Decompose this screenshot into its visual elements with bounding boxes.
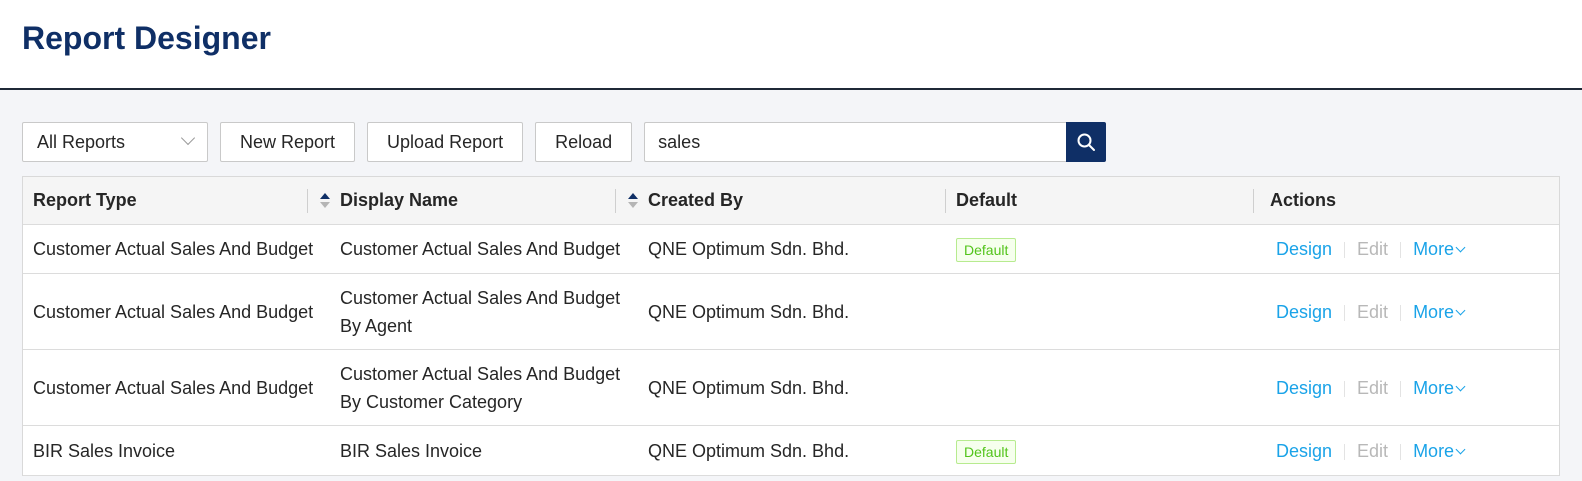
design-link[interactable]: Design bbox=[1276, 378, 1332, 398]
column-header-actions: Actions bbox=[1270, 190, 1337, 210]
chevron-down-icon bbox=[1455, 444, 1466, 454]
report-filter-value: All Reports bbox=[37, 131, 126, 152]
action-divider bbox=[1400, 380, 1402, 397]
cell-report-type: Customer Actual Sales And Budget bbox=[33, 239, 314, 259]
cell-actions: Design Edit More bbox=[1254, 235, 1559, 263]
action-divider bbox=[1400, 304, 1402, 321]
table-header-row: Report Type Display Name Created By Defa… bbox=[23, 177, 1559, 225]
reload-button[interactable]: Reload bbox=[535, 122, 633, 162]
design-link[interactable]: Design bbox=[1276, 239, 1332, 259]
default-tag: Default bbox=[956, 439, 1017, 464]
chevron-down-icon bbox=[1455, 242, 1466, 253]
upload-report-button[interactable]: Upload Report bbox=[367, 122, 524, 162]
cell-report-type: BIR Sales Invoice bbox=[33, 440, 176, 461]
edit-link[interactable]: Edit bbox=[1357, 239, 1388, 259]
design-link[interactable]: Design bbox=[1276, 441, 1332, 461]
column-header-default: Default bbox=[946, 177, 1254, 225]
search-group bbox=[644, 122, 1107, 162]
action-divider bbox=[1344, 380, 1346, 397]
action-divider bbox=[1400, 443, 1402, 460]
chevron-down-icon bbox=[1455, 381, 1466, 391]
cell-actions: Design Edit More bbox=[1254, 374, 1559, 402]
action-divider bbox=[1400, 242, 1402, 259]
reports-table: Report Type Display Name Created By Defa… bbox=[22, 176, 1560, 476]
more-dropdown[interactable]: More bbox=[1413, 441, 1466, 461]
report-filter-select[interactable]: All Reports bbox=[22, 122, 208, 162]
column-header-report-type[interactable]: Report Type bbox=[23, 177, 330, 225]
column-divider bbox=[307, 188, 308, 213]
search-icon bbox=[1077, 133, 1096, 151]
default-tag: Default bbox=[956, 238, 1017, 262]
cell-created-by: QNE Optimum Sdn. Bhd. bbox=[648, 377, 850, 398]
cell-display-name: Customer Actual Sales And Budget By Agen… bbox=[340, 287, 621, 336]
page-title: Report Designer bbox=[22, 20, 271, 56]
table-row: BIR Sales Invoice BIR Sales Invoice QNE … bbox=[23, 426, 1559, 476]
cell-report-type: Customer Actual Sales And Budget bbox=[33, 377, 314, 398]
cell-default: Default bbox=[946, 235, 1254, 263]
table-row: Customer Actual Sales And Budget Custome… bbox=[23, 274, 1559, 350]
edit-link[interactable]: Edit bbox=[1357, 441, 1388, 461]
table-row: Customer Actual Sales And Budget Custome… bbox=[23, 350, 1559, 426]
more-dropdown[interactable]: More bbox=[1413, 378, 1466, 398]
toolbar: All Reports New Report Upload Report Rel… bbox=[22, 122, 1107, 162]
sort-icon[interactable] bbox=[320, 192, 330, 208]
cell-actions: Design Edit More bbox=[1254, 437, 1559, 465]
column-header-created-by: Created By bbox=[638, 177, 946, 225]
new-report-button[interactable]: New Report bbox=[220, 122, 356, 162]
column-divider bbox=[615, 188, 616, 213]
edit-link[interactable]: Edit bbox=[1357, 378, 1388, 398]
cell-actions: Design Edit More bbox=[1254, 298, 1559, 326]
chevron-down-icon bbox=[180, 130, 196, 146]
cell-report-type: Customer Actual Sales And Budget bbox=[33, 301, 314, 322]
design-link[interactable]: Design bbox=[1276, 302, 1332, 322]
action-divider bbox=[1344, 242, 1346, 259]
sort-icon[interactable] bbox=[628, 192, 638, 208]
search-button[interactable] bbox=[1066, 122, 1107, 162]
action-divider bbox=[1344, 304, 1346, 321]
more-dropdown[interactable]: More bbox=[1413, 302, 1466, 322]
cell-created-by: QNE Optimum Sdn. Bhd. bbox=[648, 440, 850, 461]
action-divider bbox=[1344, 443, 1346, 460]
cell-created-by: QNE Optimum Sdn. Bhd. bbox=[648, 239, 850, 259]
table-row: Customer Actual Sales And Budget Custome… bbox=[23, 225, 1559, 274]
cell-display-name: BIR Sales Invoice bbox=[340, 440, 483, 461]
cell-display-name: Customer Actual Sales And Budget By Cust… bbox=[340, 363, 621, 412]
cell-created-by: QNE Optimum Sdn. Bhd. bbox=[648, 301, 850, 322]
cell-default: Default bbox=[946, 437, 1254, 465]
chevron-down-icon bbox=[1455, 305, 1466, 315]
page-header: Report Designer bbox=[0, 0, 1582, 90]
more-dropdown[interactable]: More bbox=[1413, 239, 1466, 259]
edit-link[interactable]: Edit bbox=[1357, 302, 1388, 322]
cell-display-name: Customer Actual Sales And Budget bbox=[340, 239, 621, 259]
search-input[interactable] bbox=[644, 122, 1067, 162]
column-header-display-name[interactable]: Display Name bbox=[330, 177, 638, 225]
